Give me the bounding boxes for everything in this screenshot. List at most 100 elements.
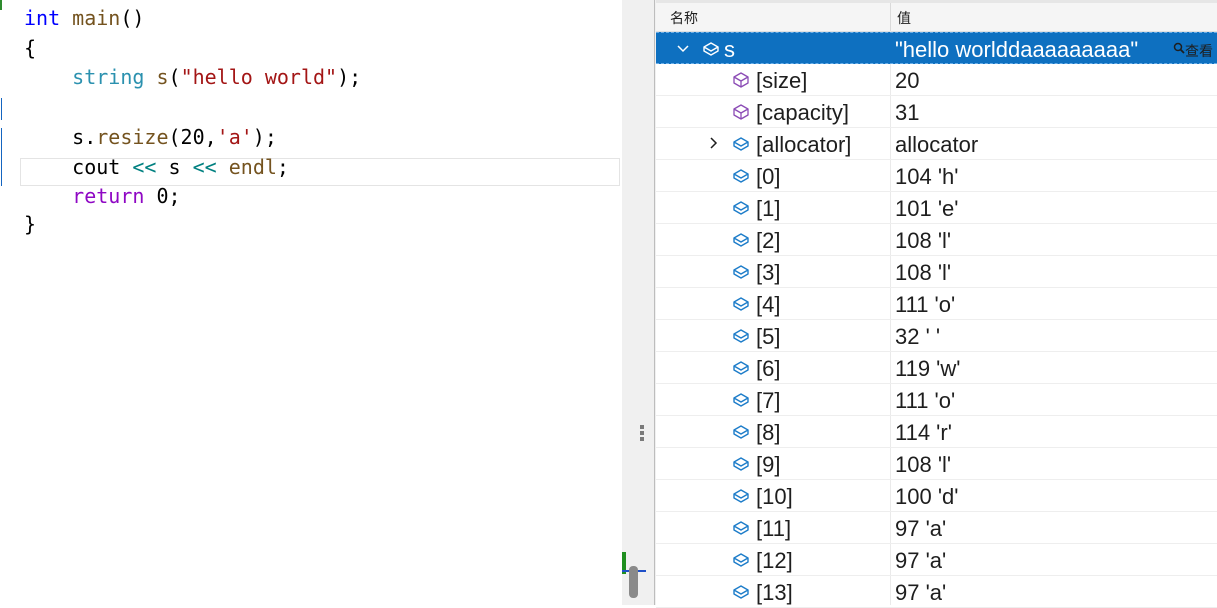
member-value: 104 'h' (895, 164, 959, 189)
field-icon (733, 393, 749, 407)
field-icon (733, 521, 749, 535)
member-value: 108 'l' (895, 260, 952, 285)
watch-row[interactable]: [2] 108 'l' (656, 224, 1217, 256)
column-resize-handle[interactable] (890, 3, 891, 31)
watch-row[interactable]: [9] 108 'l' (656, 448, 1217, 480)
watch-row[interactable]: [size] 20 (656, 64, 1217, 96)
code-token: (20, (168, 125, 217, 149)
member-name: [8] (756, 420, 781, 445)
code-token: s (156, 65, 169, 89)
field-icon (733, 329, 749, 343)
member-name: [3] (756, 260, 781, 285)
field-icon (733, 169, 749, 183)
member-name: [size] (756, 68, 808, 93)
code-token: return (72, 184, 145, 208)
column-header-value[interactable]: 值 (897, 8, 911, 28)
member-name: [2] (756, 228, 781, 253)
panel-splitter[interactable] (622, 0, 656, 605)
scrollbar-thumb[interactable] (629, 566, 638, 598)
code-line[interactable]: { (24, 33, 36, 63)
watch-row[interactable]: [6] 119 'w' (656, 352, 1217, 384)
code-token: () (120, 6, 145, 30)
member-value: 108 'l' (895, 228, 952, 253)
code-token: ; (276, 155, 289, 179)
header-top-strip (656, 0, 1217, 3)
member-value: 108 'l' (895, 452, 952, 477)
code-line[interactable]: } (24, 209, 36, 239)
member-name: [7] (756, 388, 781, 413)
chevron-right-icon[interactable] (706, 135, 720, 151)
text-visualizer-button[interactable]: 查看 (1173, 41, 1213, 61)
change-marker-saved (0, 0, 2, 10)
member-value: 111 'o' (895, 388, 956, 413)
code-line[interactable]: int main() (24, 3, 144, 33)
member-value: 97 'a' (895, 580, 947, 605)
member-name: [9] (756, 452, 781, 477)
member-name: [allocator] (756, 132, 852, 157)
code-line[interactable]: return 0; (24, 181, 181, 211)
code-token: resize (96, 125, 169, 149)
field-icon (733, 233, 749, 247)
chevron-down-icon[interactable] (676, 40, 690, 56)
field-icon (733, 425, 749, 439)
member-value: 111 'o' (895, 292, 956, 317)
member-value: allocator (895, 132, 979, 157)
field-icon (733, 553, 749, 567)
column-header-name[interactable]: 名称 (670, 8, 698, 28)
watch-row[interactable]: [10] 100 'd' (656, 480, 1217, 512)
splitter-grip[interactable] (640, 425, 644, 429)
watch-row[interactable]: [11] 97 'a' (656, 512, 1217, 544)
member-value: 119 'w' (895, 356, 961, 381)
code-token: ); (252, 125, 277, 149)
field-icon (733, 297, 749, 311)
member-name: [1] (756, 196, 781, 221)
member-name: [10] (756, 484, 793, 509)
watch-row[interactable]: [5] 32 ' ' (656, 320, 1217, 352)
watch-row[interactable]: [3] 108 'l' (656, 256, 1217, 288)
watch-row[interactable]: [4] 111 'o' (656, 288, 1217, 320)
member-value: 32 ' ' (895, 324, 941, 349)
watch-row[interactable]: [allocator] allocator (656, 128, 1217, 160)
property-icon (733, 72, 749, 88)
change-marker-unsaved (1, 98, 2, 120)
member-name: [capacity] (756, 100, 849, 125)
member-value: 100 'd' (895, 484, 959, 509)
code-token: ( (168, 65, 181, 89)
field-icon (733, 585, 749, 599)
field-icon (733, 265, 749, 279)
change-marker-unsaved (1, 128, 2, 186)
code-token: << (132, 155, 157, 179)
code-token: s. (24, 125, 97, 149)
code-token: { (24, 36, 37, 60)
watch-row[interactable]: [8] 114 'r' (656, 416, 1217, 448)
member-name: [11] (756, 516, 792, 541)
code-token: endl (228, 155, 277, 179)
watch-row-s[interactable]: s "hello worlddaaaaaaaaa" 查看 (656, 32, 1217, 64)
code-token: 0; (144, 184, 181, 208)
column-header: 名称 值 (656, 0, 1217, 32)
watch-row[interactable]: [13] 97 'a' (656, 576, 1217, 608)
code-editor[interactable]: int main(){ string s("hello world"); s.r… (0, 0, 622, 605)
code-line[interactable]: cout << s << endl; (24, 152, 289, 182)
watch-row[interactable]: [1] 101 'e' (656, 192, 1217, 224)
member-value: 101 'e' (895, 196, 959, 221)
field-icon (733, 137, 749, 151)
field-icon (733, 361, 749, 375)
code-token: 'a' (216, 125, 253, 149)
member-name: [12] (756, 548, 793, 573)
code-token: int (24, 6, 61, 30)
code-token: main (72, 6, 121, 30)
code-token: } (24, 212, 37, 236)
code-token: cout (24, 155, 133, 179)
code-line[interactable]: s.resize(20,'a'); (24, 122, 277, 152)
code-line[interactable]: string s("hello world"); (24, 62, 361, 92)
watch-row[interactable]: [capacity] 31 (656, 96, 1217, 128)
watch-row[interactable]: [7] 111 'o' (656, 384, 1217, 416)
viewer-label: 查看 (1185, 43, 1213, 59)
member-value: 20 (895, 68, 920, 93)
watch-row[interactable]: [0] 104 'h' (656, 160, 1217, 192)
watch-row[interactable]: [12] 97 'a' (656, 544, 1217, 576)
